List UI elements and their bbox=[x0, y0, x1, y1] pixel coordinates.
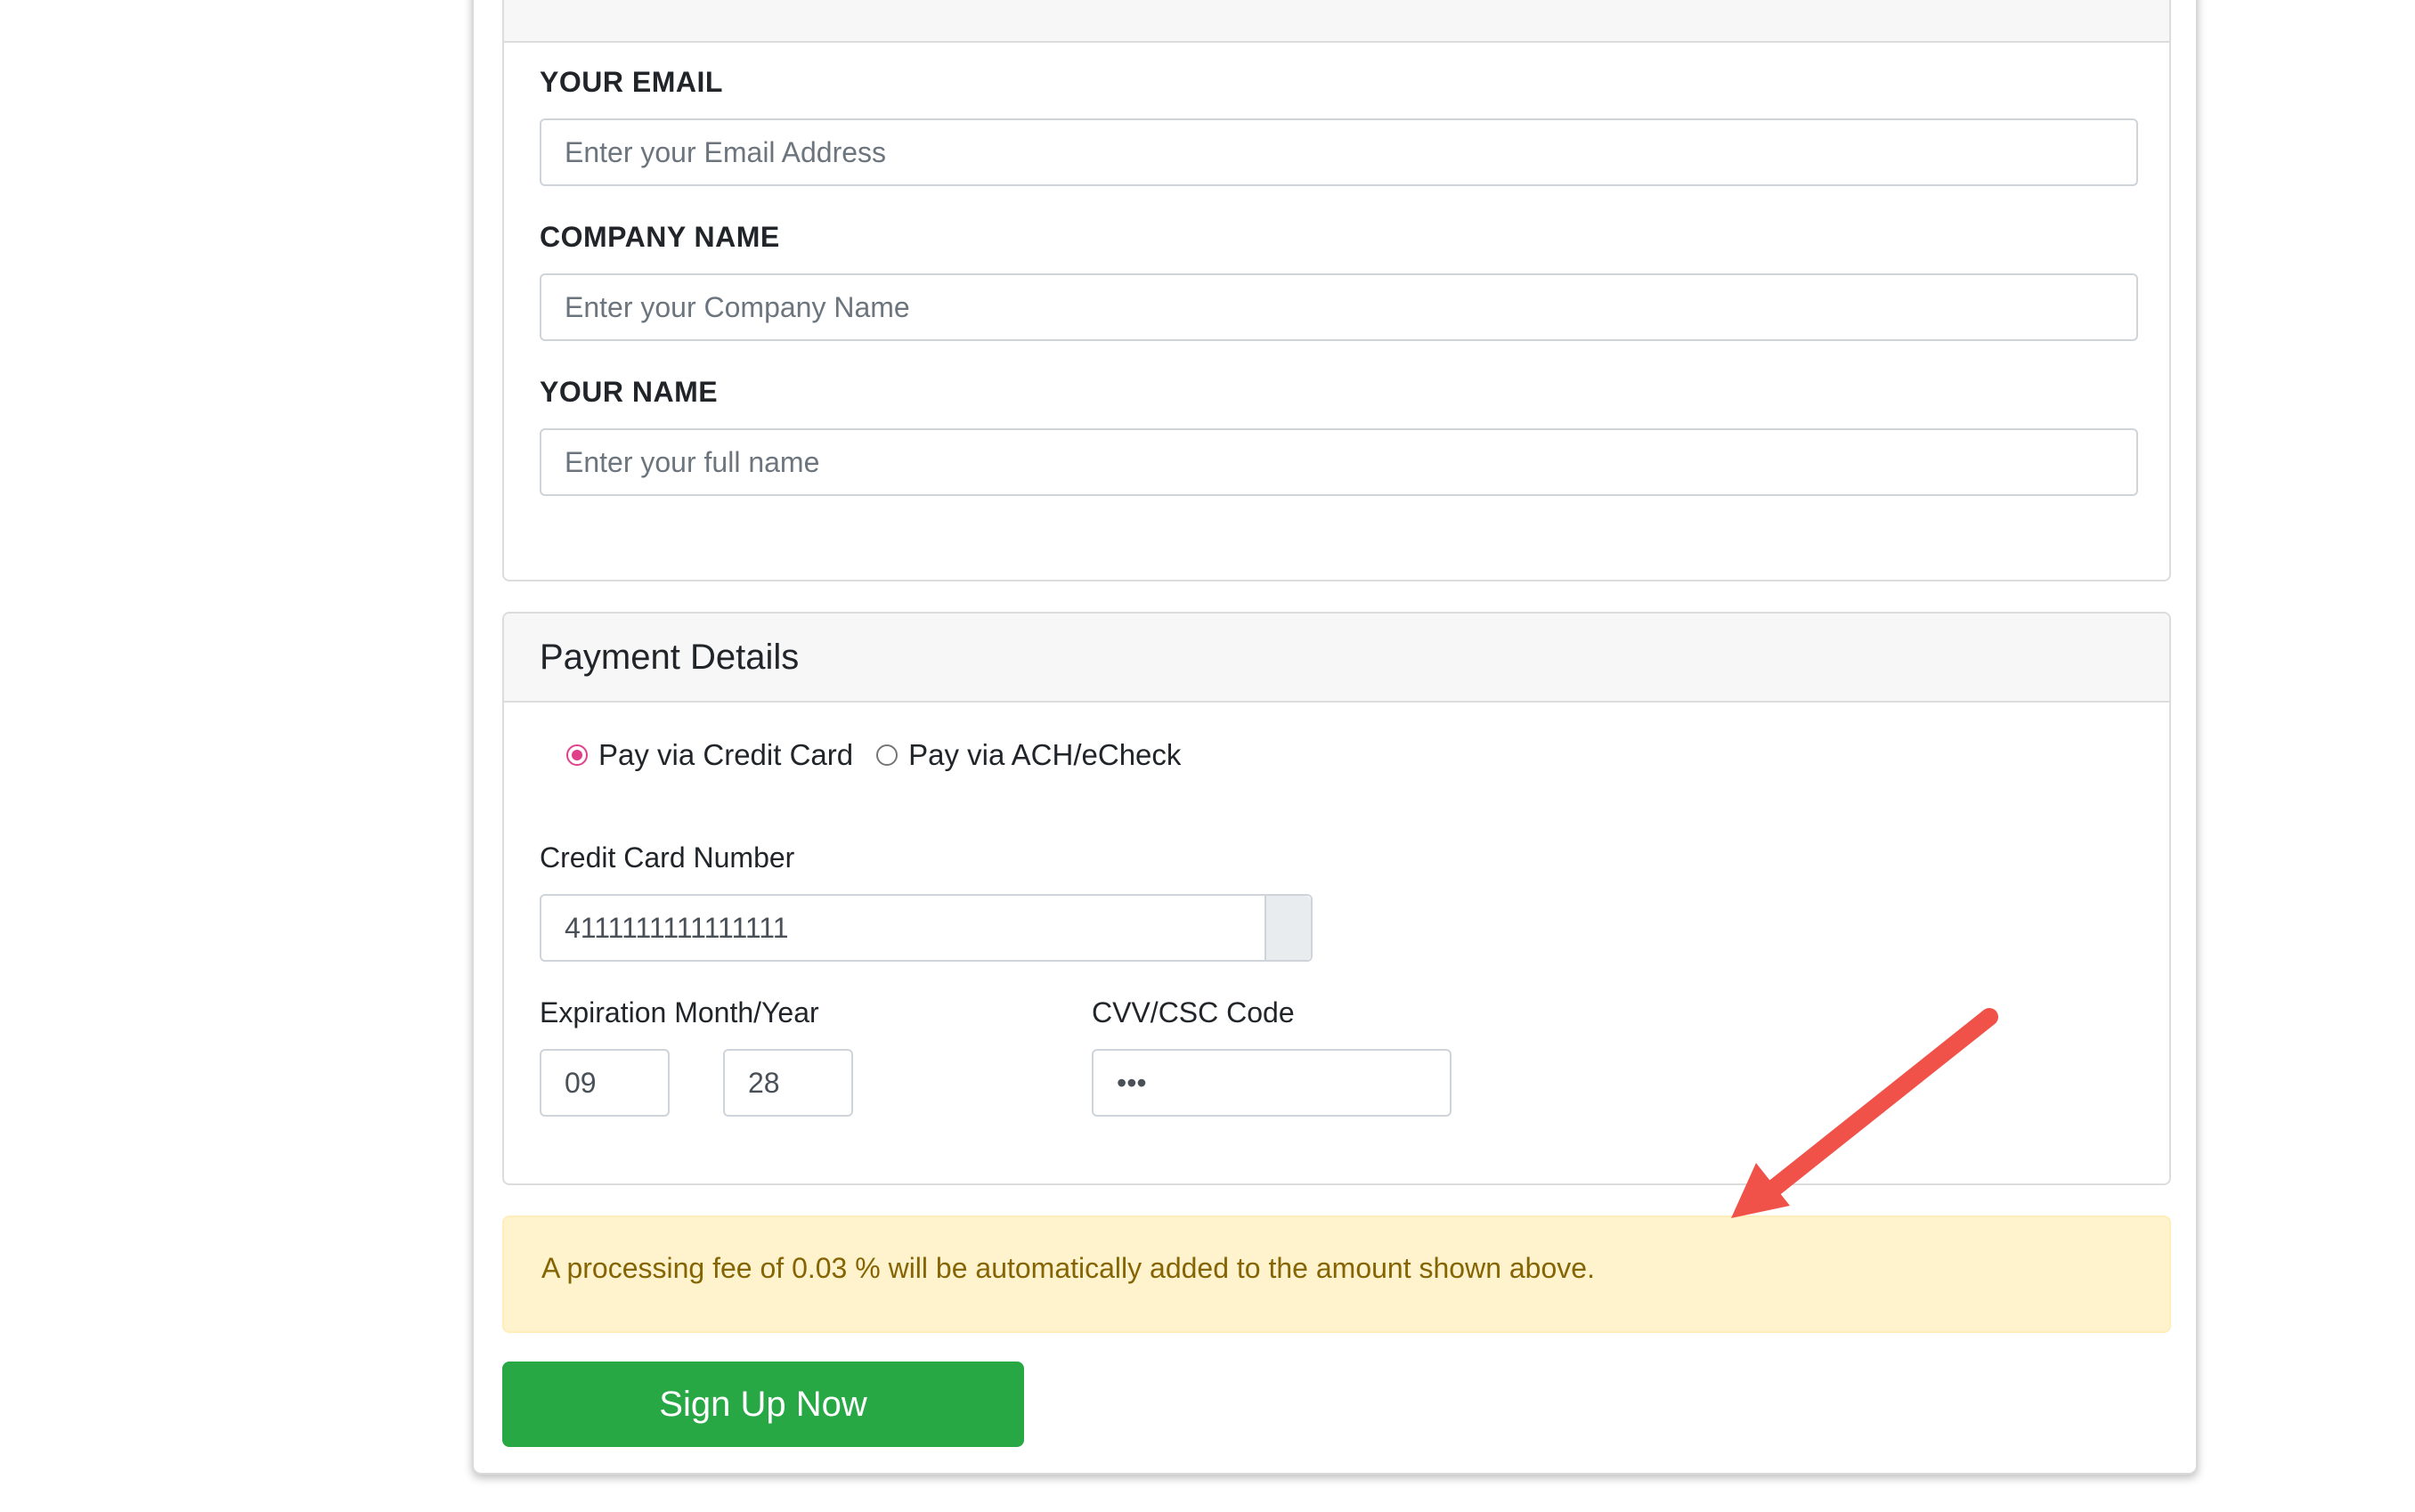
your-name-input[interactable]: Enter your full name bbox=[540, 428, 2138, 496]
expiration-label: Expiration Month/Year bbox=[540, 996, 819, 1028]
expiration-year-value: 28 bbox=[748, 1066, 780, 1099]
processing-fee-alert: A processing fee of 0.03 % will be autom… bbox=[502, 1215, 2171, 1333]
payment-details-header: Payment Details bbox=[504, 614, 2169, 703]
company-name-label: COMPANY NAME bbox=[540, 221, 780, 253]
cvv-value: ••• bbox=[1117, 1066, 1147, 1099]
company-name-placeholder: Enter your Company Name bbox=[565, 290, 910, 323]
your-information-title: Your Information bbox=[540, 0, 786, 9]
payment-method-group: Pay via Credit Card Pay via ACH/eCheck bbox=[566, 738, 1204, 772]
cvv-input[interactable]: ••• bbox=[1092, 1049, 1451, 1117]
email-placeholder: Enter your Email Address bbox=[565, 135, 887, 168]
your-information-header: Your Information bbox=[504, 0, 2169, 43]
signup-form-card: Your Information YOUR EMAIL Enter your E… bbox=[472, 0, 2198, 1475]
expiration-month-value: 09 bbox=[565, 1066, 597, 1099]
pay-credit-card-radio[interactable] bbox=[566, 744, 588, 766]
payment-details-title: Payment Details bbox=[540, 638, 800, 677]
email-label: YOUR EMAIL bbox=[540, 66, 723, 98]
email-input[interactable]: Enter your Email Address bbox=[540, 118, 2138, 186]
sign-up-now-button[interactable]: Sign Up Now bbox=[502, 1362, 1024, 1447]
pay-ach-radio[interactable] bbox=[876, 744, 899, 766]
pay-ach-label[interactable]: Pay via ACH/eCheck bbox=[908, 738, 1181, 772]
card-type-addon bbox=[1264, 896, 1311, 960]
credit-card-number-label: Credit Card Number bbox=[540, 841, 795, 874]
credit-card-number-value: 4111111111111111 bbox=[565, 911, 789, 944]
expiration-year-input[interactable]: 28 bbox=[723, 1049, 853, 1117]
processing-fee-text: A processing fee of 0.03 % will be autom… bbox=[541, 1251, 1595, 1284]
expiration-month-input[interactable]: 09 bbox=[540, 1049, 670, 1117]
company-name-input[interactable]: Enter your Company Name bbox=[540, 273, 2138, 341]
pay-credit-card-label[interactable]: Pay via Credit Card bbox=[598, 738, 853, 772]
your-name-placeholder: Enter your full name bbox=[565, 445, 820, 478]
your-information-card: Your Information YOUR EMAIL Enter your E… bbox=[502, 0, 2171, 581]
your-name-label: YOUR NAME bbox=[540, 376, 719, 408]
credit-card-number-input[interactable]: 4111111111111111 bbox=[540, 894, 1313, 962]
payment-details-card: Payment Details Pay via Credit Card Pay … bbox=[502, 612, 2171, 1185]
cvv-label: CVV/CSC Code bbox=[1092, 996, 1295, 1028]
